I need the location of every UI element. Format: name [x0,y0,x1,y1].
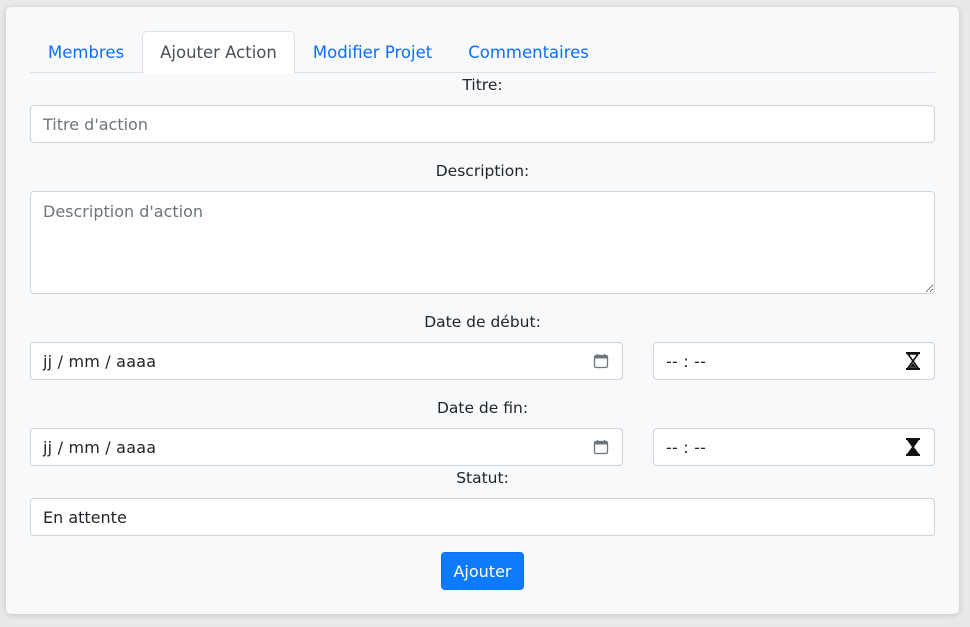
tab-modifier-projet[interactable]: Modifier Projet [295,31,450,73]
tab-membres[interactable]: Membres [30,31,142,73]
start-date-value: jj / mm / aaaa [43,351,157,371]
calendar-icon[interactable] [592,438,610,456]
start-date-input[interactable]: jj / mm / aaaa [30,342,623,380]
description-label: Description: [435,162,530,180]
start-time-value: -- : -- [666,351,707,371]
start-date-label: Date de début: [424,313,541,331]
end-date-value: jj / mm / aaaa [43,437,157,457]
tab-bar: Membres Ajouter Action Modifier Projet C… [30,31,935,74]
tab-commentaires[interactable]: Commentaires [450,31,607,73]
title-label: Titre: [462,76,503,94]
title-input[interactable] [30,105,935,143]
end-date-label: Date de fin: [436,399,529,417]
start-time-input[interactable]: -- : -- [653,342,935,380]
hourglass-icon[interactable] [904,438,922,456]
description-textarea[interactable] [30,191,935,294]
tab-ajouter-action[interactable]: Ajouter Action [142,31,295,74]
hourglass-icon[interactable] [904,352,922,370]
end-date-input[interactable]: jj / mm / aaaa [30,428,623,466]
status-label: Statut: [456,469,509,487]
status-input[interactable]: En attente [30,498,935,536]
end-time-value: -- : -- [666,437,707,457]
calendar-icon[interactable] [592,352,610,370]
add-action-button[interactable]: Ajouter [441,552,524,590]
end-time-input[interactable]: -- : -- [653,428,935,466]
status-value: En attente [43,507,127,527]
